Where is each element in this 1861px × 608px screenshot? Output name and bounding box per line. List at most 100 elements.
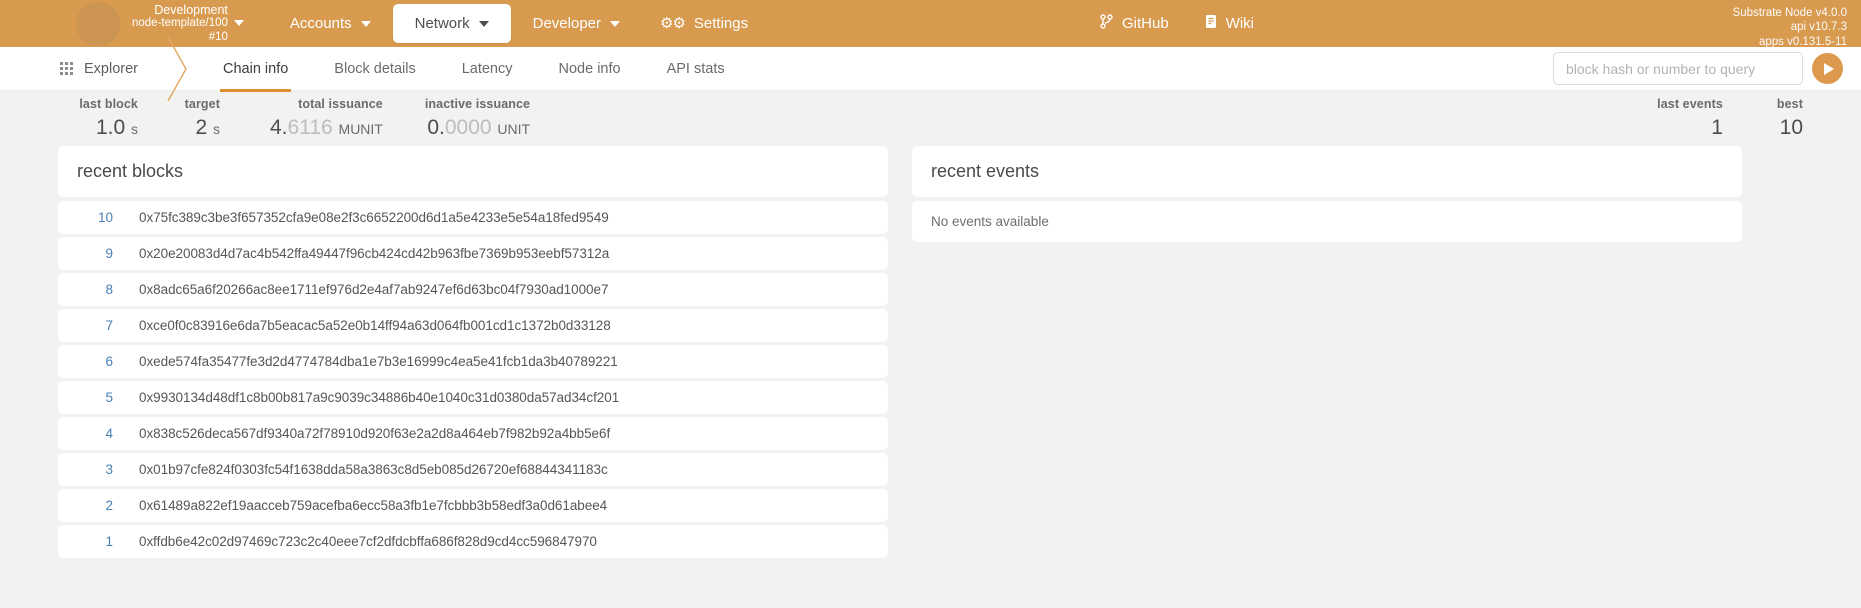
block-hash: 0x20e20083d4d7ac4b542ffa49447f96cb424cd4…: [139, 246, 610, 261]
menu-item-network[interactable]: Network: [392, 4, 511, 43]
stat-value: 1: [1711, 116, 1723, 139]
breadcrumb-label: Explorer: [84, 60, 138, 77]
search-area: [1553, 52, 1843, 85]
block-hash: 0x838c526deca567df9340a72f78910d920f63e2…: [139, 426, 611, 441]
tab-chain-info[interactable]: Chain info: [200, 47, 311, 92]
stat-inactive-issuance: inactive issuance 0.0000 UNIT: [424, 96, 531, 139]
block-number[interactable]: 3: [77, 462, 113, 477]
breadcrumb[interactable]: Explorer: [60, 61, 138, 77]
gear-icon: ⚙⚙: [660, 15, 686, 32]
section-navigation-bar: Explorer Chain info Block details Latenc…: [0, 36, 1861, 101]
version-api: api v10.7.3: [1790, 21, 1847, 34]
play-icon: [1824, 62, 1834, 75]
github-label: GitHub: [1122, 15, 1169, 32]
version-node: Substrate Node v4.0.0: [1732, 7, 1847, 19]
book-icon: [1205, 14, 1217, 33]
block-hash: 0x01b97cfe824f0303fc54f1638dda58a3863c8d…: [139, 462, 608, 477]
wiki-link[interactable]: Wiki: [1205, 14, 1254, 33]
tab-list: Chain info Block details Latency Node in…: [200, 47, 748, 92]
table-row[interactable]: 1 0xffdb6e42c02d97469c723c2c40eee7cf2dfd…: [58, 525, 888, 558]
stat-value: 2 s: [195, 116, 220, 139]
search-submit-button[interactable]: [1812, 53, 1843, 84]
recent-events-panel: recent events No events available: [912, 146, 1742, 561]
table-row[interactable]: 5 0x9930134d48df1c8b00b817a9c9039c34886b…: [58, 381, 888, 414]
recent-events-empty-message: No events available: [912, 201, 1742, 242]
stat-last-block: last block 1.0 s: [58, 97, 138, 139]
top-navigation-bar: Development node-template/100 #10 Accoun…: [0, 0, 1861, 49]
table-row[interactable]: 8 0x8adc65a6f20266ac8ee1711ef976d2e4af7a…: [58, 273, 888, 306]
recent-events-title: recent events: [912, 146, 1742, 197]
block-number[interactable]: 5: [77, 390, 113, 405]
chain-name: Development: [154, 2, 228, 17]
tab-block-details[interactable]: Block details: [311, 47, 438, 91]
table-row[interactable]: 7 0xce0f0c83916e6da7b5eacac5a52e0b14ff94…: [58, 309, 888, 342]
search-input[interactable]: [1553, 52, 1803, 85]
menu-item-settings[interactable]: ⚙⚙ Settings: [642, 5, 766, 42]
stat-best: best 10: [1776, 96, 1803, 139]
chain-stats-right: last events 1 best 10: [1603, 96, 1803, 139]
github-link[interactable]: GitHub: [1100, 14, 1169, 33]
chain-logo-icon: [76, 1, 120, 46]
grid-icon: [60, 62, 73, 75]
tab-node-info[interactable]: Node info: [536, 47, 644, 91]
block-hash: 0x61489a822ef19aacceb759acefba6ecc58a3fb…: [139, 498, 608, 513]
stat-label: inactive issuance: [424, 96, 531, 111]
menu-item-label: Settings: [693, 15, 749, 32]
external-links: GitHub Wiki: [1100, 14, 1254, 33]
tab-label: Chain info: [223, 60, 289, 77]
table-row[interactable]: 6 0xede574fa35477fe3d2d4774784dba1e7b3e1…: [58, 345, 888, 378]
block-hash: 0xffdb6e42c02d97469c723c2c40eee7cf2dfdcb…: [139, 534, 597, 549]
stat-label: last events: [1657, 96, 1723, 111]
chevron-down-icon: [233, 19, 244, 26]
tab-label: API stats: [666, 60, 725, 77]
menu-item-developer[interactable]: Developer: [515, 5, 638, 42]
main-menu: Accounts Network Developer ⚙⚙ Settings: [272, 4, 766, 43]
recent-blocks-panel: recent blocks 10 0x75fc389c3be3f657352cf…: [58, 146, 888, 561]
version-info: Substrate Node v4.0.0 api v10.7.3 apps v…: [1733, 6, 1847, 49]
menu-item-accounts[interactable]: Accounts: [272, 5, 389, 42]
block-hash: 0x8adc65a6f20266ac8ee1711ef976d2e4af7ab9…: [139, 282, 609, 297]
tab-latency[interactable]: Latency: [439, 47, 536, 91]
block-hash: 0xce0f0c83916e6da7b5eacac5a52e0b14ff94a6…: [139, 318, 611, 333]
block-number[interactable]: 10: [77, 210, 113, 225]
stat-label: total issuance: [298, 96, 383, 111]
tab-label: Block details: [334, 60, 416, 77]
chevron-down-icon: [360, 20, 371, 27]
block-number[interactable]: 7: [77, 318, 113, 333]
recent-blocks-title: recent blocks: [58, 146, 888, 197]
menu-item-label: Developer: [532, 15, 601, 32]
stat-last-events: last events 1: [1657, 96, 1723, 139]
stat-total-issuance: total issuance 4.6116 MUNIT: [270, 96, 383, 139]
chain-node: node-template/100: [132, 17, 228, 30]
git-branch-icon: [1100, 14, 1113, 33]
tab-api-stats[interactable]: API stats: [644, 47, 748, 91]
block-number[interactable]: 8: [77, 282, 113, 297]
stat-label: best: [1776, 96, 1803, 111]
stat-value: 1.0 s: [95, 116, 138, 139]
stat-value: 10: [1779, 116, 1803, 139]
block-number[interactable]: 2: [77, 498, 113, 513]
wiki-label: Wiki: [1225, 15, 1255, 32]
block-number[interactable]: 6: [77, 354, 113, 369]
table-row[interactable]: 4 0x838c526deca567df9340a72f78910d920f63…: [58, 417, 888, 450]
block-number[interactable]: 9: [77, 246, 113, 261]
table-row[interactable]: 2 0x61489a822ef19aacceb759acefba6ecc58a3…: [58, 489, 888, 522]
stat-target: target 2 s: [172, 96, 220, 139]
chevron-down-icon: [610, 20, 620, 27]
tab-label: Latency: [461, 60, 513, 77]
block-hash: 0x75fc389c3be3f657352cfa9e08e2f3c6652200…: [139, 210, 609, 225]
table-row[interactable]: 9 0x20e20083d4d7ac4b542ffa49447f96cb424c…: [58, 237, 888, 270]
block-hash: 0x9930134d48df1c8b00b817a9c9039c34886b40…: [139, 390, 620, 405]
breadcrumb-chevron-icon: [164, 36, 192, 101]
stat-value: 4.6116 MUNIT: [270, 116, 383, 139]
stat-value: 0.0000 UNIT: [427, 116, 531, 139]
table-row[interactable]: 3 0x01b97cfe824f0303fc54f1638dda58a3863c…: [58, 453, 888, 486]
stat-label: target: [184, 96, 220, 111]
menu-item-label: Network: [414, 15, 470, 32]
block-number[interactable]: 4: [77, 426, 113, 441]
chain-selector[interactable]: Development node-template/100 #10: [76, 1, 244, 46]
tab-label: Node info: [558, 60, 621, 77]
table-row[interactable]: 10 0x75fc389c3be3f657352cfa9e08e2f3c6652…: [58, 201, 888, 234]
chevron-down-icon: [478, 20, 489, 27]
block-number[interactable]: 1: [77, 534, 113, 549]
